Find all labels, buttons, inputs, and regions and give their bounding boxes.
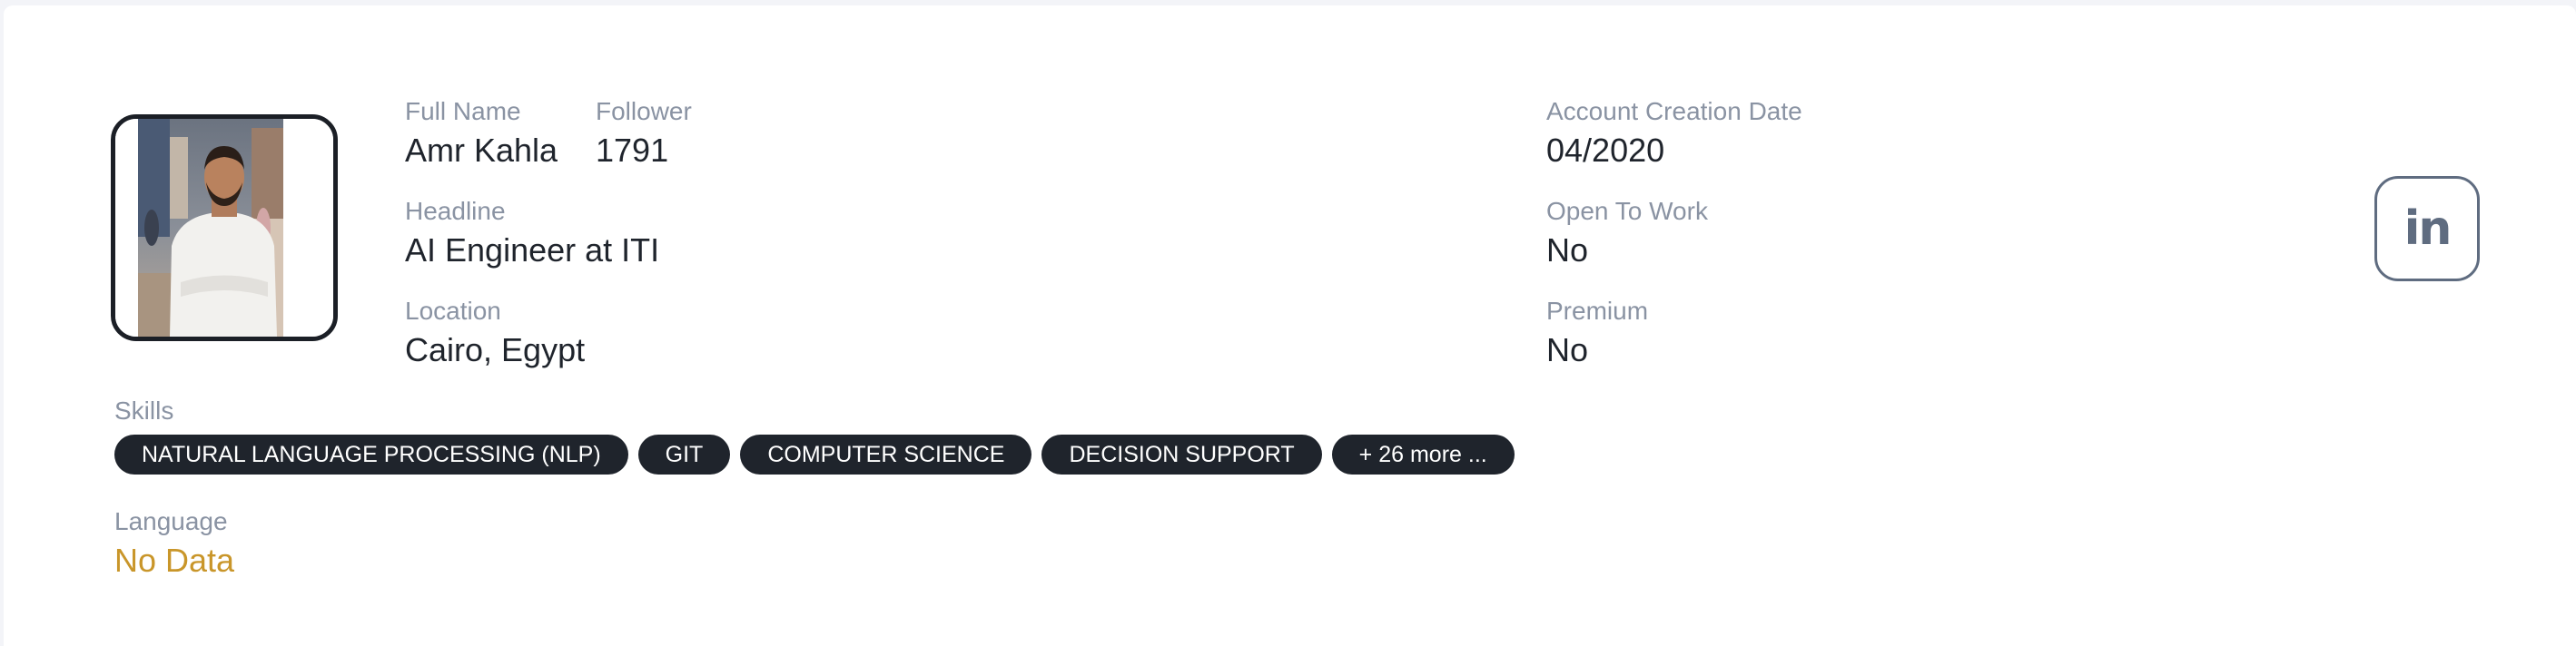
account-creation-field: Account Creation Date 04/2020 <box>1546 96 1802 171</box>
follower-value: 1791 <box>596 132 669 169</box>
skills-field: Skills <box>114 396 173 426</box>
skill-chip: DECISION SUPPORT <box>1041 435 1322 475</box>
skill-chip: GIT <box>637 435 731 475</box>
skills-label: Skills <box>114 396 174 425</box>
premium-label: Premium <box>1546 297 1649 325</box>
open-to-work-field: Open To Work No <box>1546 196 1708 270</box>
avatar <box>111 114 338 341</box>
avatar-photo <box>115 119 333 337</box>
skill-chip: COMPUTER SCIENCE <box>740 435 1032 475</box>
headline-value: AI Engineer at ITI <box>405 231 660 269</box>
location-label: Location <box>405 297 501 325</box>
linkedin-button[interactable]: in <box>2374 176 2480 281</box>
open-to-work-label: Open To Work <box>1546 197 1708 225</box>
skill-chip: NATURAL LANGUAGE PROCESSING (NLP) <box>114 435 628 475</box>
page: Full Name Amr Kahla Follower 1791 Headli… <box>0 0 2576 646</box>
account-creation-value: 04/2020 <box>1546 132 1665 169</box>
premium-field: Premium No <box>1546 296 1648 370</box>
full-name-value: Amr Kahla <box>405 132 558 169</box>
follower-label: Follower <box>596 97 692 125</box>
profile-card: Full Name Amr Kahla Follower 1791 Headli… <box>4 5 2576 646</box>
language-value: No Data <box>114 542 235 579</box>
skills-chip-list: NATURAL LANGUAGE PROCESSING (NLP) GIT CO… <box>114 435 1515 475</box>
premium-value: No <box>1546 331 1589 368</box>
linkedin-icon: in <box>2403 201 2453 256</box>
full-name-label: Full Name <box>405 97 521 125</box>
location-value: Cairo, Egypt <box>405 331 586 368</box>
language-label: Language <box>114 507 228 535</box>
headline-label: Headline <box>405 197 506 225</box>
location-field: Location Cairo, Egypt <box>405 296 585 370</box>
more-skills-button[interactable]: + 26 more ... <box>1331 435 1515 475</box>
headline-field: Headline AI Engineer at ITI <box>405 196 659 270</box>
account-creation-label: Account Creation Date <box>1546 97 1802 125</box>
full-name-field: Full Name Amr Kahla <box>405 96 558 171</box>
language-field: Language No Data <box>114 506 234 581</box>
open-to-work-value: No <box>1546 231 1589 269</box>
follower-field: Follower 1791 <box>596 96 692 171</box>
